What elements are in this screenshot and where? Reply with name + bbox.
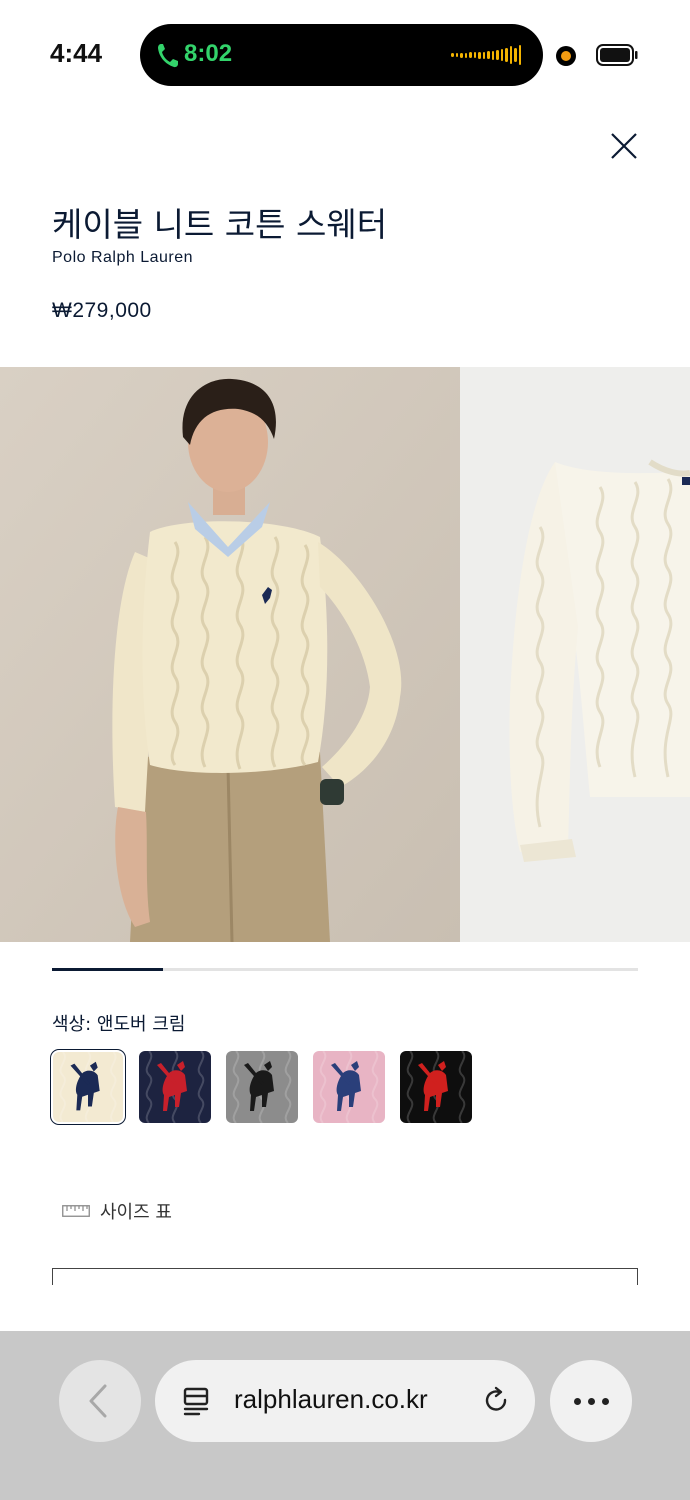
polo-pony-icon <box>406 1051 466 1123</box>
color-swatch-grey[interactable] <box>226 1051 298 1123</box>
url-text: ralphlauren.co.kr <box>234 1384 428 1414</box>
flat-lay-photo[interactable] <box>460 367 690 942</box>
carousel-progress <box>52 968 638 971</box>
color-swatch-pink[interactable] <box>313 1051 385 1123</box>
product-brand: Polo Ralph Lauren <box>52 249 194 266</box>
reload-icon[interactable] <box>482 1386 512 1416</box>
color-swatches <box>52 1051 472 1123</box>
close-button[interactable] <box>606 128 642 164</box>
battery-icon <box>596 44 638 66</box>
recording-indicator <box>556 46 576 66</box>
product-title: 케이블 니트 코튼 스웨터 <box>52 205 388 244</box>
color-label: 색상: 앤도버 크림 <box>52 1014 186 1035</box>
audio-waveform-icon <box>451 44 521 66</box>
carousel-progress-fill <box>52 968 164 971</box>
close-icon <box>611 133 637 159</box>
status-time: 4:44 <box>50 38 103 68</box>
more-button[interactable] <box>550 1360 632 1442</box>
color-swatch-navy[interactable] <box>139 1051 211 1123</box>
ellipsis-icon <box>574 1398 609 1405</box>
size-guide-link[interactable]: 사이즈 표 <box>62 1198 172 1224</box>
size-select[interactable] <box>52 1268 638 1285</box>
browser-toolbar: ralphlauren.co.kr <box>0 1331 690 1500</box>
size-guide-label: 사이즈 표 <box>100 1202 172 1223</box>
product-image-carousel[interactable] <box>0 367 690 942</box>
phone-icon <box>158 44 178 68</box>
chevron-left-icon <box>89 1384 107 1418</box>
call-duration: 8:02 <box>184 40 233 67</box>
address-bar[interactable]: ralphlauren.co.kr <box>155 1360 535 1442</box>
color-swatch-black[interactable] <box>400 1051 472 1123</box>
model-photo[interactable] <box>0 367 460 942</box>
reader-mode-icon[interactable] <box>182 1386 212 1416</box>
polo-pony-icon <box>319 1051 379 1123</box>
polo-pony-icon <box>232 1051 292 1123</box>
status-bar: 4:44 8:02 <box>0 0 690 110</box>
product-price: ₩279,000 <box>52 299 152 322</box>
ruler-icon <box>62 1205 90 1217</box>
polo-pony-icon <box>59 1052 117 1122</box>
polo-pony-icon <box>145 1051 205 1123</box>
color-swatch-cream[interactable] <box>53 1052 123 1122</box>
dynamic-island-call[interactable]: 8:02 <box>140 24 543 86</box>
back-button[interactable] <box>59 1360 141 1442</box>
